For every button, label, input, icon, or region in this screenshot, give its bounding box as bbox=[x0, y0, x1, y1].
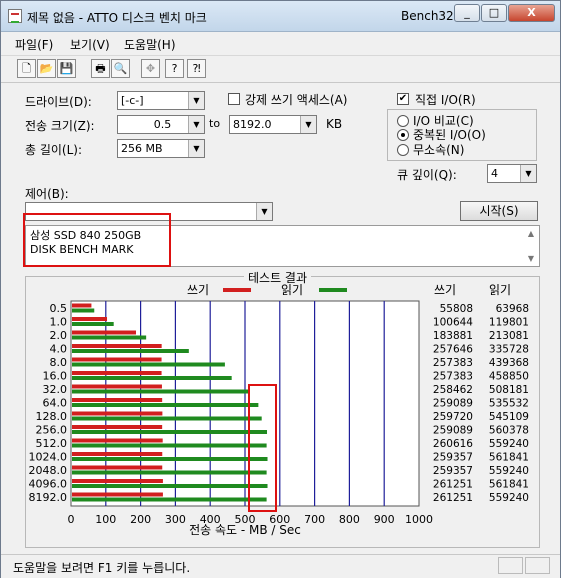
read-value: 560378 bbox=[489, 425, 529, 437]
legend-write-label: 쓰기 bbox=[187, 283, 209, 297]
read-value: 545109 bbox=[489, 411, 529, 423]
read-bar bbox=[72, 322, 114, 326]
write-bar bbox=[72, 303, 92, 308]
write-bar bbox=[72, 425, 163, 429]
write-bar bbox=[72, 398, 163, 402]
write-value: 257383 bbox=[433, 371, 473, 383]
read-value: 561841 bbox=[489, 479, 529, 491]
status-text: 도움말을 보려면 F1 키를 누릅니다. bbox=[13, 561, 191, 575]
read-bar bbox=[72, 430, 268, 434]
read-value: 335728 bbox=[489, 344, 529, 356]
write-value: 100644 bbox=[433, 317, 473, 329]
y-tick-label: 4096.0 bbox=[29, 478, 68, 491]
write-bar bbox=[72, 438, 163, 443]
write-value: 259720 bbox=[433, 411, 473, 423]
write-bar bbox=[72, 371, 162, 375]
write-bar bbox=[72, 479, 163, 483]
write-bar bbox=[72, 411, 163, 416]
read-value: 508181 bbox=[489, 384, 529, 396]
write-value: 257646 bbox=[433, 344, 473, 356]
write-value: 259357 bbox=[433, 452, 473, 464]
read-value: 63968 bbox=[496, 303, 529, 315]
y-tick-label: 2.0 bbox=[50, 329, 68, 342]
write-bar bbox=[72, 357, 162, 362]
read-bar bbox=[72, 389, 249, 394]
write-value: 257383 bbox=[433, 357, 473, 369]
write-value: 55808 bbox=[440, 303, 473, 315]
status-bar: 도움말을 보려면 F1 키를 누릅니다. bbox=[1, 554, 560, 578]
write-bar bbox=[72, 384, 162, 389]
y-tick-label: 2048.0 bbox=[29, 464, 68, 477]
x-axis-label: 전송 속도 - MB / Sec bbox=[189, 523, 301, 537]
read-bar bbox=[72, 349, 189, 353]
x-tick-label: 1000 bbox=[405, 513, 433, 526]
write-value: 261251 bbox=[433, 492, 473, 504]
y-tick-label: 8.0 bbox=[50, 356, 68, 369]
read-value: 535532 bbox=[489, 398, 529, 410]
y-tick-label: 512.0 bbox=[36, 437, 68, 450]
read-bar bbox=[72, 308, 95, 313]
read-value: 559240 bbox=[489, 492, 529, 504]
y-tick-label: 8192.0 bbox=[29, 491, 68, 504]
read-bar bbox=[72, 362, 225, 367]
write-bar bbox=[72, 492, 163, 497]
read-bar bbox=[72, 416, 262, 421]
read-bar bbox=[72, 403, 259, 407]
read-value: 559240 bbox=[489, 465, 529, 477]
x-tick-label: 300 bbox=[165, 513, 186, 526]
read-bar bbox=[72, 497, 267, 502]
status-pane-2 bbox=[525, 557, 550, 574]
x-tick-label: 900 bbox=[374, 513, 395, 526]
write-bar bbox=[72, 465, 163, 470]
write-value: 259089 bbox=[433, 425, 473, 437]
col-read-header: 읽기 bbox=[489, 283, 511, 297]
y-tick-label: 32.0 bbox=[43, 383, 68, 396]
write-value: 259357 bbox=[433, 465, 473, 477]
app-window: 제목 없음 - ATTO 디스크 벤치 마크 Bench32 _ □ X 파일(… bbox=[0, 0, 561, 578]
y-tick-label: 64.0 bbox=[43, 397, 68, 410]
y-tick-label: 256.0 bbox=[36, 424, 68, 437]
benchmark-chart: 쓰기 읽기 쓰기 읽기 0.51.02.04.08.016.032.064.01… bbox=[29, 283, 530, 537]
write-value: 258462 bbox=[433, 384, 473, 396]
write-value: 261251 bbox=[433, 479, 473, 491]
write-value: 183881 bbox=[433, 330, 473, 342]
read-value: 213081 bbox=[489, 330, 529, 342]
legend-read-label: 읽기 bbox=[281, 283, 303, 297]
write-bar bbox=[72, 452, 163, 456]
x-tick-label: 800 bbox=[339, 513, 360, 526]
x-tick-label: 700 bbox=[304, 513, 325, 526]
write-bar bbox=[72, 344, 162, 348]
read-value: 439368 bbox=[489, 357, 529, 369]
read-value: 119801 bbox=[489, 317, 529, 329]
read-bar bbox=[72, 376, 232, 380]
write-bar bbox=[72, 317, 108, 321]
y-tick-label: 1.0 bbox=[50, 316, 68, 329]
y-tick-label: 1024.0 bbox=[29, 451, 68, 464]
read-bar bbox=[72, 457, 268, 461]
read-bar bbox=[72, 443, 267, 448]
read-bar bbox=[72, 470, 267, 475]
col-write-header: 쓰기 bbox=[434, 283, 456, 297]
x-tick-label: 0 bbox=[68, 513, 75, 526]
y-tick-label: 0.5 bbox=[50, 302, 68, 315]
read-value: 561841 bbox=[489, 452, 529, 464]
read-value: 559240 bbox=[489, 438, 529, 450]
status-pane-1 bbox=[498, 557, 523, 574]
read-bar bbox=[72, 335, 147, 340]
y-tick-label: 4.0 bbox=[50, 343, 68, 356]
x-tick-label: 100 bbox=[95, 513, 116, 526]
write-value: 259089 bbox=[433, 398, 473, 410]
y-tick-label: 128.0 bbox=[36, 410, 68, 423]
y-tick-label: 16.0 bbox=[43, 370, 68, 383]
x-tick-label: 200 bbox=[130, 513, 151, 526]
read-bar bbox=[72, 484, 268, 488]
write-bar bbox=[72, 330, 136, 335]
write-value: 260616 bbox=[433, 438, 473, 450]
read-value: 458850 bbox=[489, 371, 529, 383]
